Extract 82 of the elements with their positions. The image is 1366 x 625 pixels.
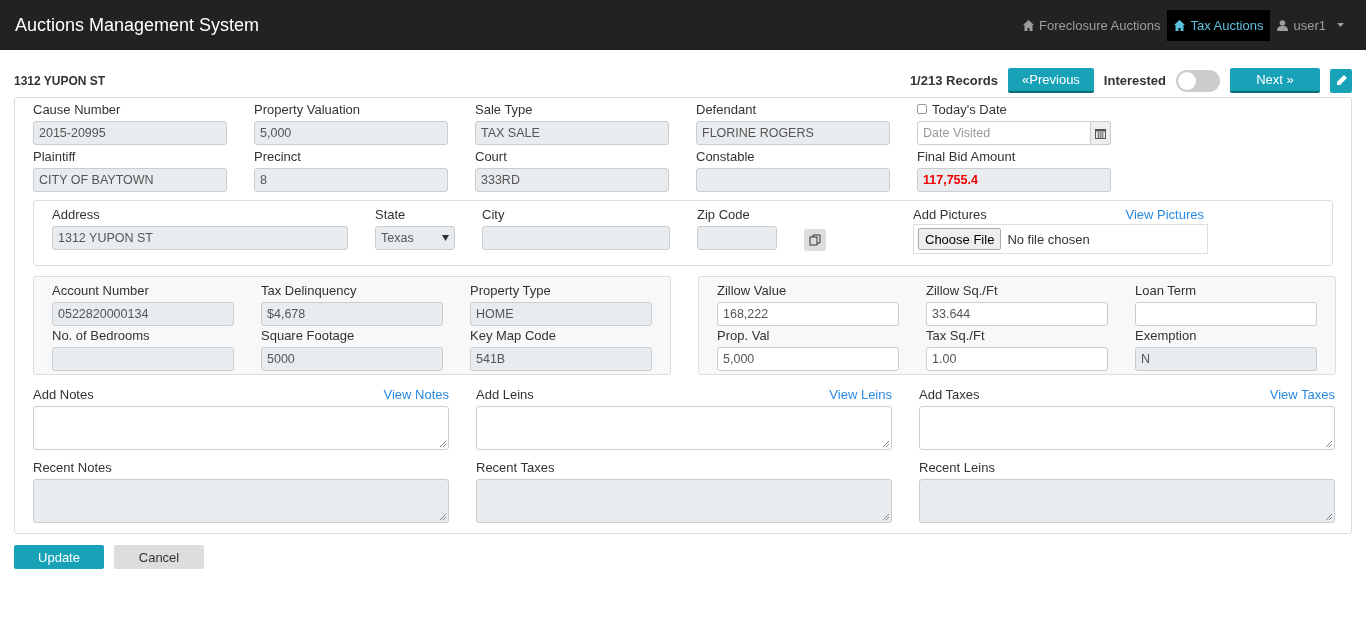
field-label: Zip Code xyxy=(697,207,751,222)
interested-toggle[interactable] xyxy=(1176,69,1220,92)
field-label: Sale Type xyxy=(475,102,533,117)
text-area[interactable] xyxy=(919,479,1335,523)
field-label: Zillow Sq./Ft xyxy=(926,283,998,298)
field-label: Final Bid Amount xyxy=(917,149,1016,164)
text-area[interactable] xyxy=(33,479,449,523)
home-icon xyxy=(1174,19,1186,31)
resize-grip-icon xyxy=(439,513,447,521)
caret-icon xyxy=(442,235,449,241)
field-label: Court xyxy=(475,149,507,164)
input-field[interactable]: 33.644 xyxy=(926,302,1108,326)
field-label: Loan Term xyxy=(1135,283,1197,298)
app-title: Auctions Management System xyxy=(15,14,261,36)
field-label: No. of Bedrooms xyxy=(52,328,150,343)
text-area[interactable] xyxy=(919,406,1335,450)
field-label: State xyxy=(375,207,407,222)
view-link[interactable]: View Notes xyxy=(383,387,449,402)
view-pictures-link[interactable]: View Pictures xyxy=(1125,207,1204,222)
cancel-button[interactable]: Cancel xyxy=(114,545,204,569)
field-label: Cause Number xyxy=(33,102,121,117)
input-field[interactable] xyxy=(1135,302,1317,326)
state-dropdown[interactable]: Texas xyxy=(375,226,455,250)
field-label: Add Taxes xyxy=(919,387,980,402)
nav-link[interactable]: Tax Auctions xyxy=(1167,9,1271,41)
todays-date-checkbox-label[interactable]: Today's Date xyxy=(917,102,1007,117)
home-icon xyxy=(1023,19,1035,31)
calendar-button[interactable] xyxy=(1091,121,1111,145)
field-label: Add Pictures xyxy=(913,207,987,222)
calendar-icon xyxy=(1095,127,1106,139)
text-area[interactable] xyxy=(476,479,892,523)
copy-icon xyxy=(809,234,821,246)
field-label: Constable xyxy=(696,149,755,164)
input-field[interactable] xyxy=(697,226,777,250)
input-field[interactable] xyxy=(482,226,670,250)
input-field[interactable]: 168,222 xyxy=(717,302,899,326)
field-label: Address xyxy=(52,207,101,222)
edit-button[interactable] xyxy=(1330,68,1352,93)
view-link[interactable]: View Leins xyxy=(829,387,892,402)
input-field[interactable]: 1.00 xyxy=(926,347,1108,371)
caret-icon xyxy=(1337,22,1344,28)
user-menu[interactable]: user1 xyxy=(1270,9,1351,41)
field-label: Recent Taxes xyxy=(476,460,555,475)
field-label: Tax Sq./Ft xyxy=(926,328,985,343)
field-label: Defendant xyxy=(696,102,756,117)
field-label: Prop. Val xyxy=(717,328,770,343)
choose-file-button[interactable]: Choose File xyxy=(918,228,1002,250)
field-label: City xyxy=(482,207,506,222)
file-status: No file chosen xyxy=(1007,231,1090,247)
field-label: Add Leins xyxy=(476,387,534,402)
field-label: Precinct xyxy=(254,149,301,164)
resize-grip-icon xyxy=(439,440,447,448)
field-label: Account Number xyxy=(52,283,149,298)
field-label: Property Valuation xyxy=(254,102,360,117)
interested-label: Interested xyxy=(1103,73,1166,88)
nav-link[interactable]: Foreclosure Auctions xyxy=(1016,9,1168,41)
field-label: Exemption xyxy=(1135,328,1197,343)
pencil-icon xyxy=(1335,75,1347,86)
view-link[interactable]: View Taxes xyxy=(1269,387,1335,402)
resize-grip-icon xyxy=(1325,513,1333,521)
resize-grip-icon xyxy=(1325,440,1333,448)
field-label: Zillow Value xyxy=(717,283,787,298)
resize-grip-icon xyxy=(882,440,890,448)
text-area[interactable] xyxy=(33,406,449,450)
field-label: Key Map Code xyxy=(470,328,556,343)
resize-grip-icon xyxy=(882,513,890,521)
record-count: 1/213 Records xyxy=(909,73,999,88)
field-label: Tax Delinquency xyxy=(261,283,357,298)
copy-button[interactable] xyxy=(804,229,826,251)
field-label: Recent Leins xyxy=(919,460,995,475)
checkbox[interactable] xyxy=(917,104,927,114)
field-label: Add Notes xyxy=(33,387,94,402)
input-field[interactable]: 1312 YUPON ST xyxy=(52,226,348,250)
field-label: Property Type xyxy=(470,283,551,298)
input-field[interactable]: 5,000 xyxy=(717,347,899,371)
field-label: Square Footage xyxy=(261,328,355,343)
field-label: Plaintiff xyxy=(33,149,76,164)
text-area[interactable] xyxy=(476,406,892,450)
user-icon xyxy=(1277,19,1289,31)
record-title: 1312 YUPON ST xyxy=(14,73,107,88)
field-label: Recent Notes xyxy=(33,460,112,475)
file-input[interactable]: Choose File No file chosen xyxy=(913,224,1208,254)
